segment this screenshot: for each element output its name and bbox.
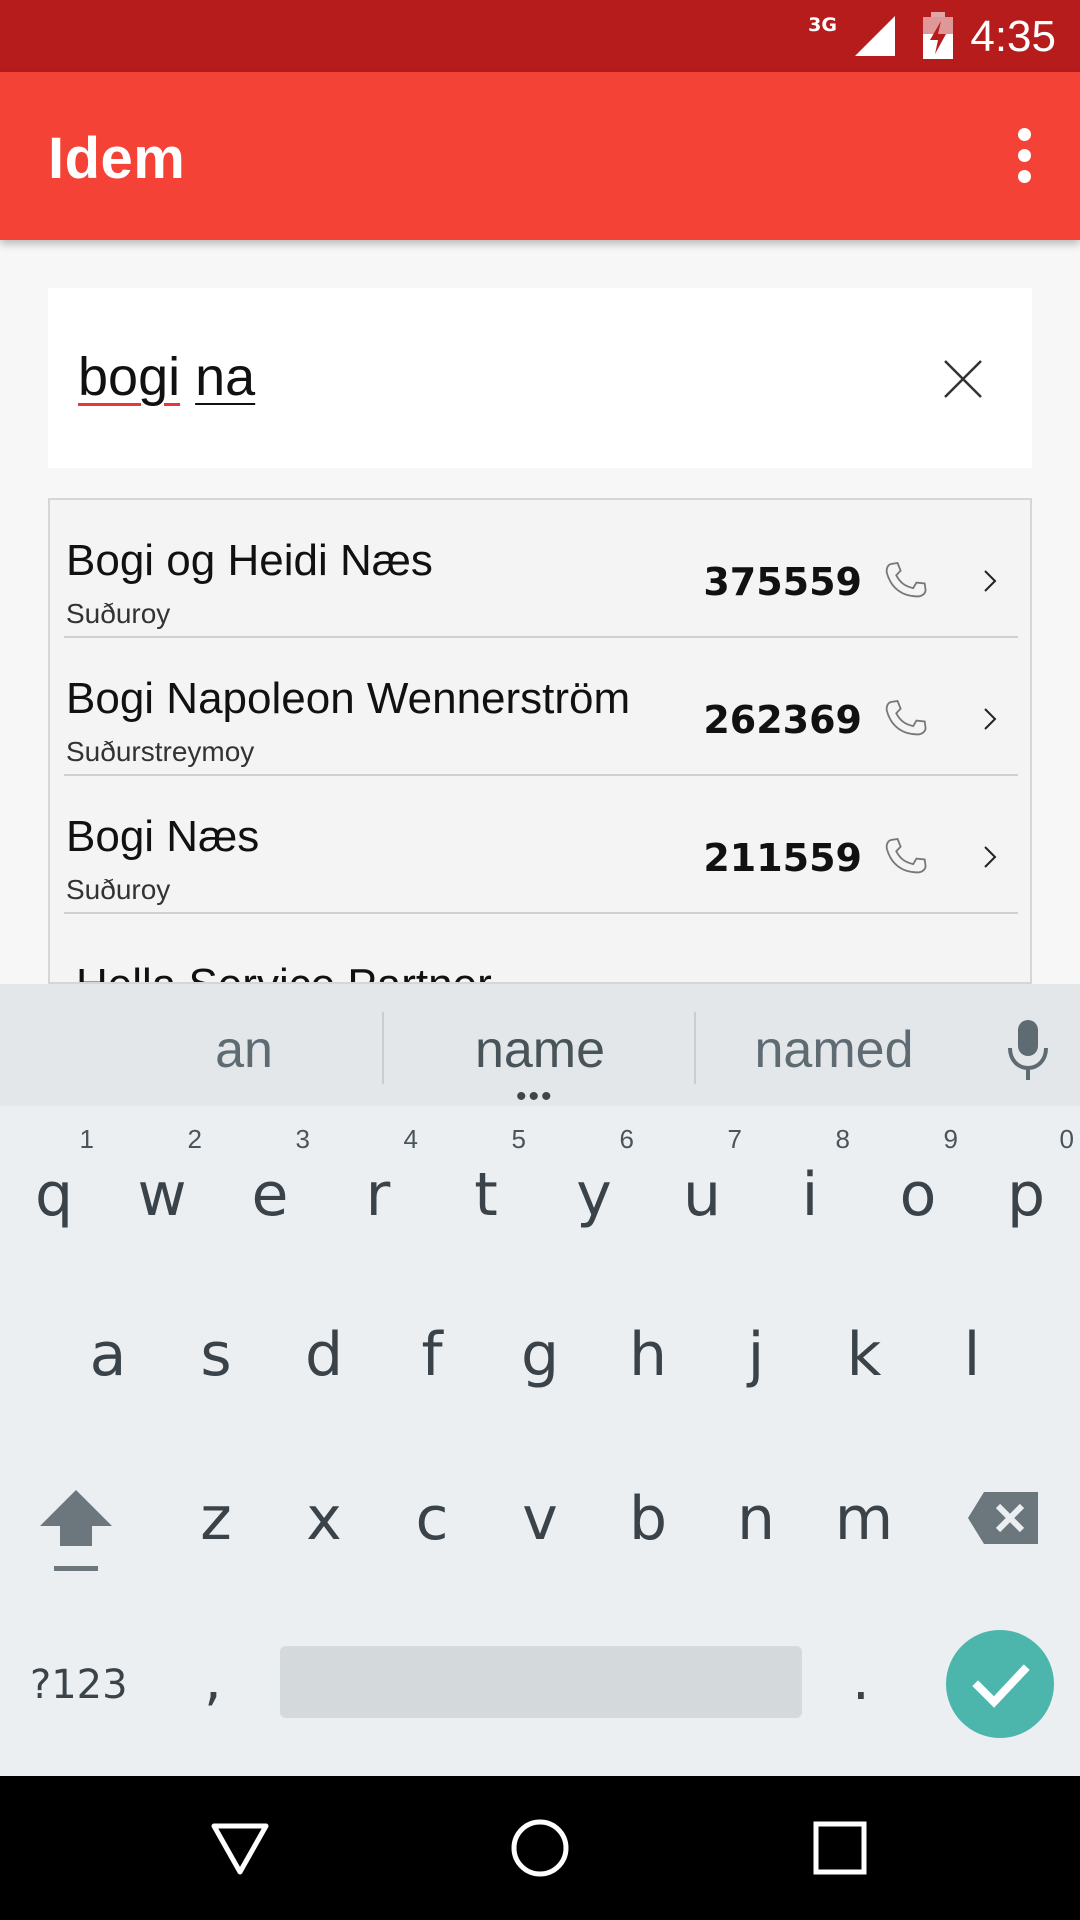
- results-list: Bogi og Heidi Næs Suðuroy 375559 Bogi Na…: [48, 498, 1032, 984]
- key-d[interactable]: d: [270, 1274, 378, 1434]
- key-o[interactable]: o9: [864, 1106, 972, 1266]
- suggestion[interactable]: named: [694, 1020, 974, 1080]
- key-x[interactable]: x: [270, 1438, 378, 1598]
- suggestion[interactable]: an: [104, 1020, 384, 1080]
- backspace-icon[interactable]: [966, 1488, 1042, 1548]
- overflow-menu-icon[interactable]: [1012, 128, 1036, 184]
- contact-phone[interactable]: 262369: [703, 698, 862, 742]
- key-f[interactable]: f: [378, 1274, 486, 1434]
- key-j[interactable]: j: [702, 1274, 810, 1434]
- contact-phone[interactable]: 375559: [703, 560, 862, 604]
- phone-icon[interactable]: [882, 694, 930, 742]
- chevron-right-icon[interactable]: [982, 844, 998, 870]
- done-button[interactable]: [946, 1630, 1054, 1738]
- key-n[interactable]: n: [702, 1438, 810, 1598]
- recents-icon[interactable]: [808, 1816, 872, 1880]
- home-icon[interactable]: [508, 1816, 572, 1880]
- list-item[interactable]: Bogi Næs Suðuroy 211559: [64, 776, 1018, 914]
- suggestion-strip: an name named •••: [0, 984, 1080, 1112]
- app-bar: Idem: [0, 72, 1080, 240]
- key-c[interactable]: c: [378, 1438, 486, 1598]
- key-p[interactable]: p0: [972, 1106, 1080, 1266]
- phone-icon[interactable]: [882, 556, 930, 604]
- microphone-icon[interactable]: [1004, 1018, 1052, 1082]
- search-word-composing: na: [195, 347, 256, 407]
- key-l[interactable]: l: [918, 1274, 1026, 1434]
- contact-area: Suðurstreymoy: [66, 736, 255, 767]
- key-v[interactable]: v: [486, 1438, 594, 1598]
- search-word-misspelled: bogi: [78, 347, 181, 407]
- back-icon[interactable]: [208, 1816, 272, 1880]
- key-i[interactable]: i8: [756, 1106, 864, 1266]
- cell-signal-icon: [855, 16, 895, 56]
- key-t[interactable]: t5: [432, 1106, 540, 1266]
- phone-icon[interactable]: [882, 832, 930, 880]
- close-icon[interactable]: [942, 358, 984, 400]
- contact-phone[interactable]: 211559: [703, 836, 862, 880]
- list-item[interactable]: Bogi Napoleon Wennerström Suðurstreymoy …: [64, 638, 1018, 776]
- battery-charging-icon: [923, 12, 953, 59]
- symbols-key[interactable]: ?123: [30, 1662, 128, 1708]
- shift-icon[interactable]: [36, 1484, 116, 1584]
- contact-area: Suðuroy: [66, 874, 171, 905]
- space-bar[interactable]: [280, 1646, 802, 1718]
- period-key[interactable]: .: [852, 1648, 870, 1713]
- key-q[interactable]: q1: [0, 1106, 108, 1266]
- contact-name: Bogi Napoleon Wennerström: [66, 674, 631, 723]
- key-g[interactable]: g: [486, 1274, 594, 1434]
- key-r[interactable]: r4: [324, 1106, 432, 1266]
- key-a[interactable]: a: [54, 1274, 162, 1434]
- key-m[interactable]: m: [810, 1438, 918, 1598]
- chevron-right-icon[interactable]: [982, 706, 998, 732]
- suggestion[interactable]: name: [400, 1020, 680, 1080]
- key-b[interactable]: b: [594, 1438, 702, 1598]
- key-u[interactable]: u7: [648, 1106, 756, 1266]
- key-k[interactable]: k: [810, 1274, 918, 1434]
- key-w[interactable]: w2: [108, 1106, 216, 1266]
- list-item[interactable]: Hella Service Partner: [64, 914, 1018, 982]
- key-s[interactable]: s: [162, 1274, 270, 1434]
- app-title: Idem: [48, 126, 186, 191]
- key-y[interactable]: y6: [540, 1106, 648, 1266]
- comma-key[interactable]: ,: [204, 1648, 222, 1713]
- chevron-right-icon[interactable]: [982, 568, 998, 594]
- contact-area: Suðuroy: [66, 598, 171, 629]
- soft-keyboard: an name named ••• q1 w2 e3 r4 t5 y6 u7 i…: [0, 984, 1080, 1776]
- list-item[interactable]: Bogi og Heidi Næs Suðuroy 375559: [64, 500, 1018, 638]
- clock: 4:35: [970, 12, 1056, 61]
- network-type: 3G: [808, 14, 837, 36]
- checkmark-icon: [972, 1664, 1030, 1708]
- key-h[interactable]: h: [594, 1274, 702, 1434]
- search-field[interactable]: bogi na: [48, 288, 1032, 468]
- status-bar: 3G 4:35: [0, 0, 1080, 72]
- navigation-bar: [0, 1776, 1080, 1920]
- key-z[interactable]: z: [162, 1438, 270, 1598]
- contact-name: Bogi Næs: [66, 812, 260, 861]
- search-query[interactable]: bogi na: [78, 346, 255, 408]
- key-e[interactable]: e3: [216, 1106, 324, 1266]
- contact-name: Bogi og Heidi Næs: [66, 536, 433, 585]
- contact-name: Hella Service Partner: [76, 960, 492, 982]
- more-suggestions-icon[interactable]: •••: [516, 1082, 554, 1112]
